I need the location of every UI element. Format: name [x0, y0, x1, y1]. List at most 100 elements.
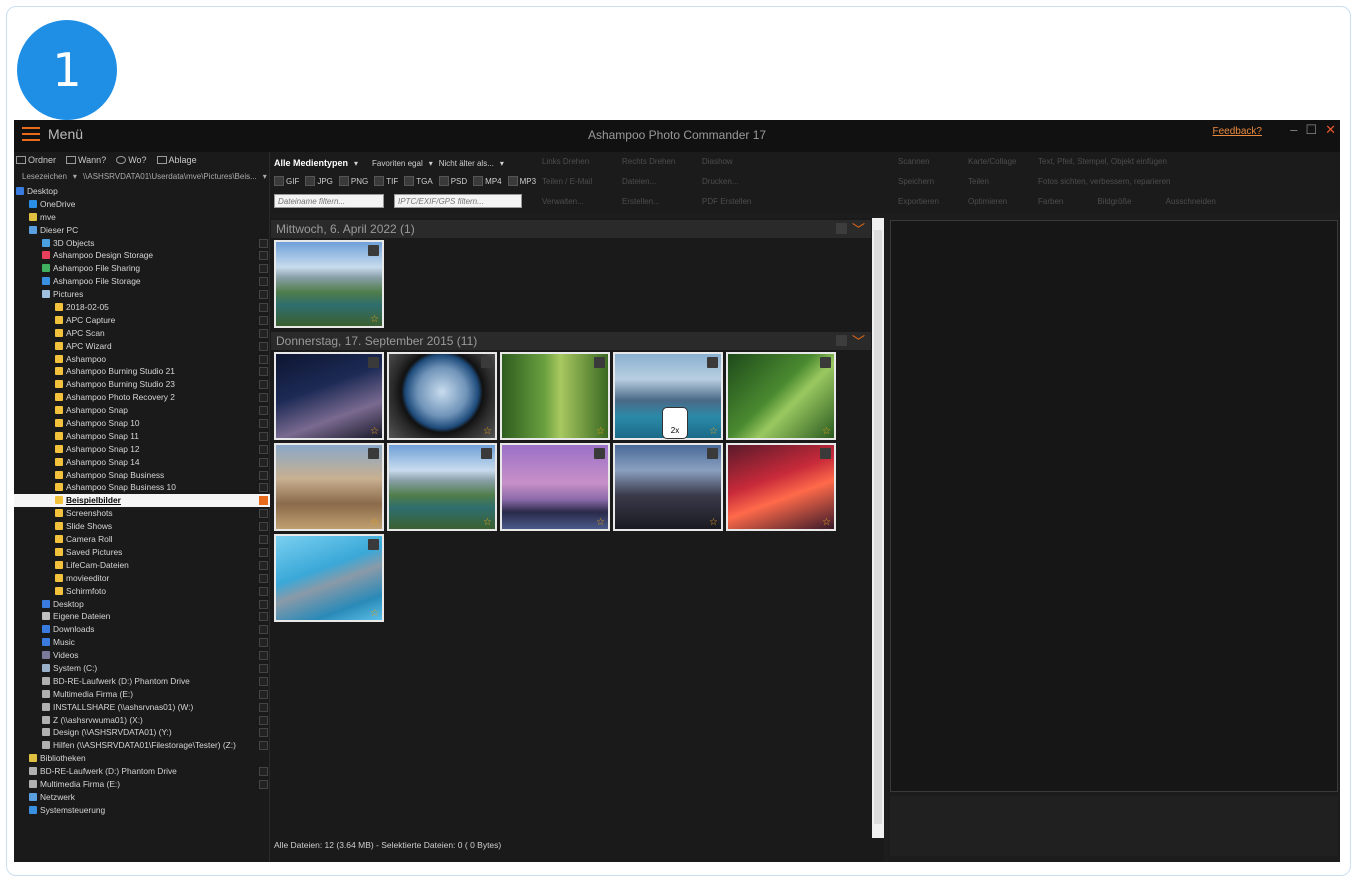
star-icon[interactable]: ☆ — [822, 426, 831, 437]
rotate-right-button[interactable]: Rechts Drehen — [622, 152, 675, 172]
photo-thumbnail[interactable]: ☆ — [274, 352, 384, 440]
tree-checkbox[interactable] — [259, 573, 268, 583]
tree-item[interactable]: Ashampoo Photo Recovery 2 — [14, 391, 270, 404]
tree-item[interactable]: Eigene Dateien — [14, 610, 270, 623]
date-group-header[interactable]: Mittwoch, 6. April 2022 (1) ﹀ — [271, 220, 871, 238]
tree-item[interactable]: movieeditor — [14, 572, 270, 585]
photo-thumbnail[interactable]: ☆ — [387, 352, 497, 440]
metadata-filter-input[interactable] — [394, 194, 522, 208]
star-icon[interactable]: ☆ — [596, 426, 605, 437]
manage-button[interactable]: Verwalten... — [542, 192, 592, 212]
tree-checkbox[interactable] — [259, 767, 268, 777]
tree-item[interactable]: Ashampoo Burning Studio 23 — [14, 378, 270, 391]
tree-item[interactable]: Beispielbilder — [14, 494, 270, 508]
star-icon[interactable]: ☆ — [483, 517, 492, 528]
tree-checkbox[interactable] — [259, 612, 268, 622]
tree-checkbox[interactable] — [259, 663, 268, 673]
tab-ablage[interactable]: Ablage — [156, 155, 197, 165]
tree-checkbox[interactable] — [259, 483, 268, 493]
tree-item[interactable]: Z (\\ashsrvwuma01) (X:) — [14, 714, 270, 727]
star-icon[interactable]: ☆ — [483, 426, 492, 437]
tree-checkbox[interactable] — [259, 702, 268, 712]
type-filter-checkbox[interactable]: GIF — [274, 176, 299, 186]
tree-item[interactable]: 2018-02-05 — [14, 301, 270, 314]
photo-thumbnail[interactable]: ☆ — [274, 240, 384, 328]
slideshow-button[interactable]: Diashow — [702, 152, 751, 172]
tree-item[interactable]: Ashampoo Snap Business — [14, 469, 270, 482]
thumbnail-checkbox[interactable] — [820, 448, 831, 459]
type-filter-checkbox[interactable]: MP3 — [507, 176, 536, 186]
tree-item[interactable]: Pictures — [14, 288, 270, 301]
tree-item[interactable]: Netzwerk — [14, 791, 270, 804]
tree-checkbox[interactable] — [259, 341, 268, 351]
star-icon[interactable]: ☆ — [370, 517, 379, 528]
minimize-button[interactable]: – — [1290, 122, 1297, 138]
photo-thumbnail[interactable]: ☆ — [726, 443, 836, 531]
chevron-down-icon[interactable]: ﹀ — [852, 219, 865, 238]
tree-item[interactable]: Ashampoo Snap 12 — [14, 443, 270, 456]
export-button[interactable]: Exportieren — [898, 192, 939, 212]
tree-item[interactable]: INSTALLSHARE (\\ashsrvnas01) (W:) — [14, 701, 270, 714]
print-button[interactable]: Drucken... — [702, 172, 751, 192]
thumbnail-checkbox[interactable] — [594, 357, 605, 368]
chevron-down-icon[interactable]: ﹀ — [852, 331, 865, 350]
tree-checkbox[interactable] — [259, 290, 268, 300]
tree-item[interactable]: APC Capture — [14, 314, 270, 327]
tree-checkbox[interactable] — [259, 651, 268, 661]
colors-button[interactable]: Farben — [1038, 192, 1063, 212]
group-checkbox[interactable] — [836, 335, 847, 346]
tab-ordner[interactable]: Ordner — [16, 155, 56, 165]
photo-thumbnail[interactable]: ☆ — [500, 443, 610, 531]
tree-checkbox[interactable] — [259, 264, 268, 274]
tree-checkbox[interactable] — [259, 457, 268, 467]
tree-item[interactable]: Multimedia Firma (E:) — [14, 778, 270, 791]
tree-checkbox[interactable] — [259, 444, 268, 454]
files-button[interactable]: Dateien... — [622, 172, 675, 192]
tree-checkbox[interactable] — [259, 496, 268, 506]
tree-item[interactable]: System (C:) — [14, 662, 270, 675]
tree-item[interactable]: Design (\\ASHSRVDATA01) (Y:) — [14, 726, 270, 739]
tree-checkbox[interactable] — [259, 470, 268, 480]
create-button[interactable]: Erstellen... — [622, 192, 675, 212]
filename-filter-input[interactable] — [274, 194, 384, 208]
tree-checkbox[interactable] — [259, 676, 268, 686]
tree-checkbox[interactable] — [259, 779, 268, 789]
thumbnail-checkbox[interactable] — [481, 448, 492, 459]
tree-item[interactable]: Bibliotheken — [14, 752, 270, 765]
type-filter-checkbox[interactable]: TGA — [404, 176, 433, 186]
tree-checkbox[interactable] — [259, 509, 268, 519]
tree-checkbox[interactable] — [259, 535, 268, 545]
optimize-button[interactable]: Optimieren — [968, 192, 1016, 212]
tree-checkbox[interactable] — [259, 393, 268, 403]
bookmark-bar[interactable]: Lesezeichen ▾ \\ASHSRVDATA01\Userdata\mv… — [14, 168, 269, 184]
tree-item[interactable]: Dieser PC — [14, 224, 270, 237]
tree-item[interactable]: Hilfen (\\ASHSRVDATA01\Filestorage\Teste… — [14, 739, 270, 752]
media-type-select[interactable]: Alle Medientypen — [274, 158, 348, 168]
tree-checkbox[interactable] — [259, 586, 268, 596]
tab-wo[interactable]: Wo? — [116, 155, 147, 165]
tree-item[interactable]: OneDrive — [14, 198, 270, 211]
tree-item[interactable]: 3D Objects — [14, 237, 270, 250]
thumbnail-checkbox[interactable] — [368, 539, 379, 550]
tree-item[interactable]: Ashampoo Snap 11 — [14, 430, 270, 443]
tree-item[interactable]: Ashampoo File Sharing — [14, 262, 270, 275]
star-icon[interactable]: ☆ — [822, 517, 831, 528]
insert-objects-button[interactable]: Text, Pfeil, Stempel, Objekt einfügen — [1038, 152, 1171, 172]
photo-thumbnail[interactable]: ☆ — [274, 534, 384, 622]
tree-item[interactable]: Ashampoo File Storage — [14, 275, 270, 288]
tree-item[interactable]: Ashampoo — [14, 353, 270, 366]
tree-item[interactable]: Music — [14, 636, 270, 649]
tree-item[interactable]: LifeCam-Dateien — [14, 559, 270, 572]
photo-thumbnail[interactable]: ☆ — [726, 352, 836, 440]
tree-checkbox[interactable] — [259, 251, 268, 261]
thumbnail-checkbox[interactable] — [707, 357, 718, 368]
tree-item[interactable]: Screenshots — [14, 507, 270, 520]
tree-item[interactable]: Multimedia Firma (E:) — [14, 688, 270, 701]
tree-checkbox[interactable] — [259, 367, 268, 377]
type-filter-checkbox[interactable]: JPG — [305, 176, 333, 186]
photo-thumbnail[interactable]: ☆ — [613, 443, 723, 531]
tree-checkbox[interactable] — [259, 715, 268, 725]
tree-checkbox[interactable] — [259, 328, 268, 338]
thumbnail-checkbox[interactable] — [368, 448, 379, 459]
tree-item[interactable]: APC Scan — [14, 327, 270, 340]
